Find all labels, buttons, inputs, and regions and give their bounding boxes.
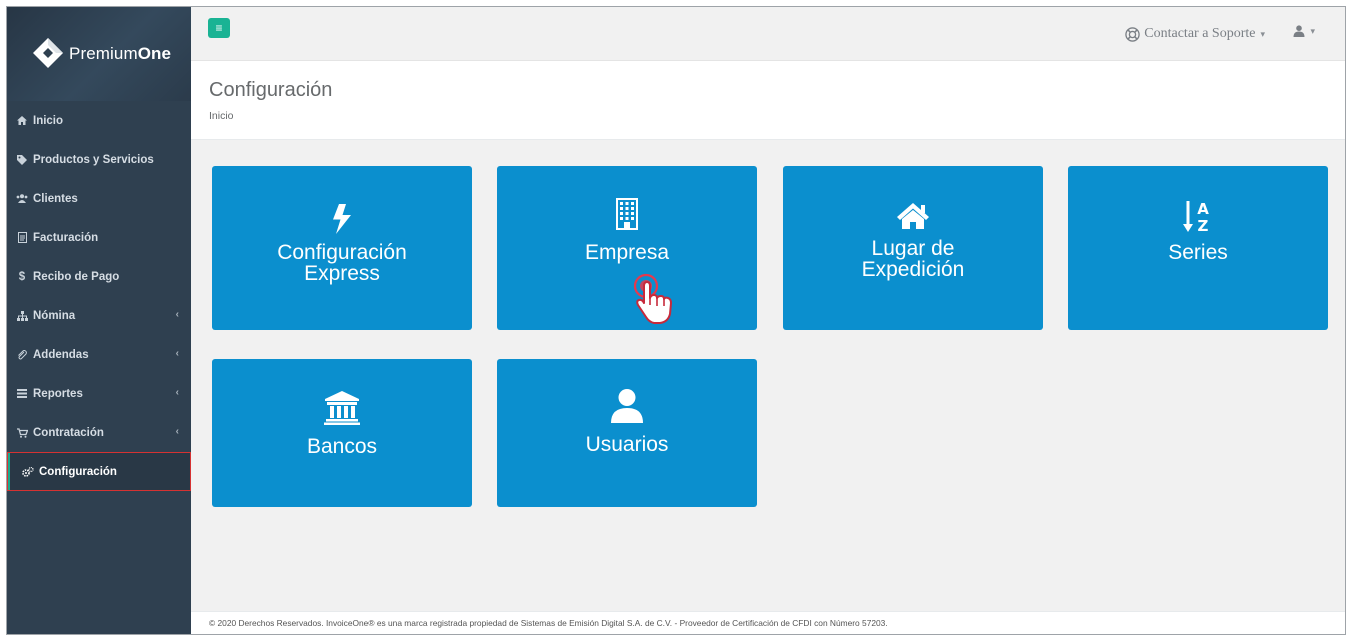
sidebar-item-label: Configuración (39, 465, 117, 478)
sidebar-item-label: Productos y Servicios (33, 153, 154, 166)
sidebar-item-facturacion[interactable]: Facturación (7, 218, 191, 257)
footer-copyright: © 2020 Derechos Reservados. InvoiceOne® … (209, 618, 888, 628)
list-icon (15, 389, 29, 398)
tile-empresa[interactable]: Empresa (497, 166, 757, 330)
user-icon (1293, 25, 1305, 37)
caret-down-icon: ▾ (1260, 28, 1265, 39)
sidebar-item-label: Addendas (33, 348, 89, 361)
support-dropdown[interactable]: Contactar a Soporte ▾ (1125, 26, 1265, 42)
sidebar-item-recibo-de-pago[interactable]: $ Recibo de Pago (7, 257, 191, 296)
sidebar-item-inicio[interactable]: Inicio (7, 101, 191, 140)
svg-text:Z: Z (1198, 217, 1209, 234)
sidebar-item-label: Facturación (33, 231, 99, 244)
app-window: PremiumOne Inicio Productos y Servicios … (6, 6, 1346, 635)
top-navbar: ≡ Contactar a Soporte ▾ ▾ (191, 7, 1345, 61)
tag-icon (15, 154, 29, 165)
tile-series[interactable]: A Z Series (1068, 166, 1328, 330)
sidebar-item-contratacion[interactable]: Contratación ‹ (7, 413, 191, 452)
sidebar-item-label: Clientes (33, 192, 78, 205)
chevron-left-icon: ‹ (175, 309, 179, 320)
breadcrumb-item-inicio[interactable]: Inicio (209, 110, 234, 122)
caret-down-icon: ▾ (1310, 25, 1315, 36)
bank-icon (324, 387, 360, 425)
brand-name: PremiumOne (69, 44, 172, 63)
bolt-icon (331, 196, 353, 234)
sidebar: PremiumOne Inicio Productos y Servicios … (7, 7, 191, 634)
chevron-left-icon: ‹ (175, 348, 179, 359)
page-heading: Configuración Inicio (191, 61, 1345, 140)
cart-icon (15, 427, 29, 438)
sidebar-item-addendas[interactable]: Addendas ‹ (7, 335, 191, 374)
invoice-icon (15, 232, 29, 243)
footer: © 2020 Derechos Reservados. InvoiceOne® … (191, 611, 1345, 634)
sitemap-icon (15, 310, 29, 321)
menu-toggle-button[interactable]: ≡ (208, 18, 230, 38)
sidebar-item-nomina[interactable]: Nómina ‹ (7, 296, 191, 335)
tile-bancos[interactable]: Bancos (212, 359, 472, 507)
sidebar-item-label: Recibo de Pago (33, 270, 120, 283)
tile-label: Configuración Express (277, 241, 407, 285)
sidebar-item-label: Nómina (33, 309, 76, 322)
sidebar-item-label: Inicio (33, 114, 64, 127)
tile-label: Bancos (306, 435, 378, 458)
brand-logo[interactable]: PremiumOne (7, 7, 191, 101)
tile-label: Empresa (584, 241, 670, 264)
dollar-icon: $ (18, 270, 26, 283)
building-icon (616, 192, 638, 230)
paperclip-icon (15, 349, 29, 360)
user-dropdown[interactable]: ▾ (1293, 25, 1315, 37)
sidebar-item-configuracion[interactable]: Configuración (7, 452, 191, 491)
tile-lugar-de-expedicion[interactable]: Lugar de Expedición (783, 166, 1043, 330)
sort-alpha-icon: A Z (1183, 196, 1213, 234)
hamburger-icon: ≡ (215, 21, 223, 35)
sidebar-item-label: Reportes (33, 387, 83, 400)
chevron-left-icon: ‹ (175, 387, 179, 398)
support-label: Contactar a Soporte (1144, 26, 1256, 41)
pointer-hand-cursor-icon (633, 273, 672, 324)
tile-usuarios[interactable]: Usuarios (497, 359, 757, 507)
cogs-icon (21, 466, 35, 477)
page-title: Configuración (209, 79, 333, 101)
sidebar-item-clientes[interactable]: Clientes (7, 179, 191, 218)
users-icon (15, 194, 29, 203)
sidebar-item-label: Contratación (33, 426, 104, 439)
home-icon (15, 116, 29, 125)
sidebar-item-productos[interactable]: Productos y Servicios (7, 140, 191, 179)
life-ring-icon (1125, 26, 1140, 42)
tile-label: Lugar de Expedición (861, 237, 965, 281)
user-icon (609, 385, 645, 423)
premiumone-logo-icon (33, 38, 63, 68)
chevron-left-icon: ‹ (175, 426, 179, 437)
sidebar-item-reportes[interactable]: Reportes ‹ (7, 374, 191, 413)
tile-configuracion-express[interactable]: Configuración Express (212, 166, 472, 330)
home-icon (896, 192, 930, 230)
tile-label: Series (1168, 241, 1228, 264)
svg-text:A: A (1197, 200, 1209, 218)
tile-label: Usuarios (585, 433, 669, 456)
breadcrumb[interactable]: Inicio (209, 110, 1345, 122)
sidebar-nav: Inicio Productos y Servicios Clientes Fa… (7, 101, 191, 491)
